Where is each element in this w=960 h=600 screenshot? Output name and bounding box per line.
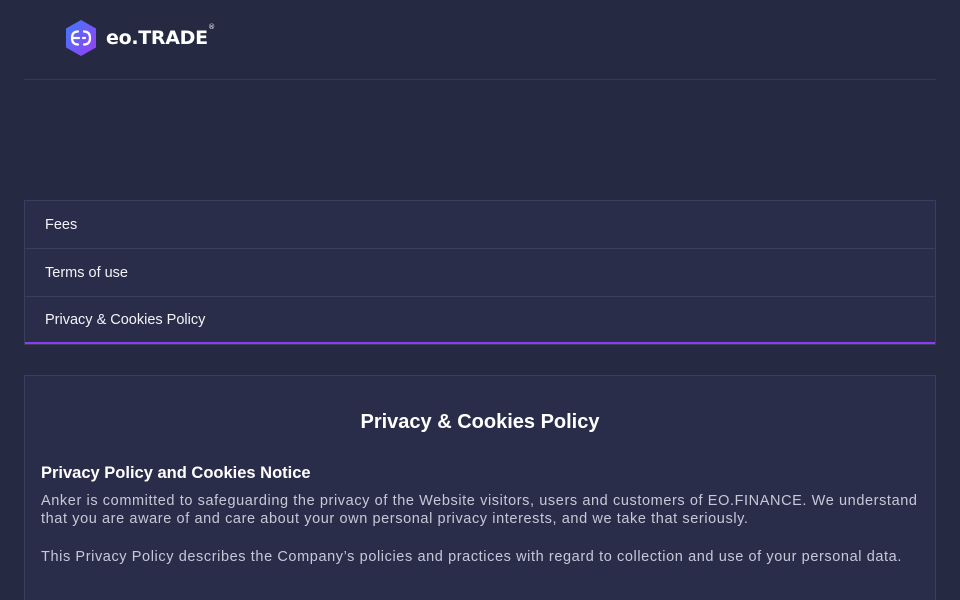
logo-link[interactable]: eo.TRADE ® xyxy=(64,18,215,58)
menu-item-fees[interactable]: Fees xyxy=(25,201,935,249)
section-heading: Privacy Policy and Cookies Notice xyxy=(41,464,311,482)
menu-item-terms-of-use[interactable]: Terms of use xyxy=(25,249,935,297)
page-title: Privacy & Cookies Policy xyxy=(360,411,600,433)
eo-hexagon-logo-icon xyxy=(66,20,96,56)
registered-mark: ® xyxy=(208,23,215,31)
header: eo.TRADE ® xyxy=(24,0,936,80)
policy-menu: Fees Terms of use Privacy & Cookies Poli… xyxy=(24,200,936,345)
menu-item-privacy-cookies-policy[interactable]: Privacy & Cookies Policy xyxy=(25,297,935,344)
policy-content: Privacy & Cookies Policy Privacy Policy … xyxy=(24,375,936,600)
paragraph: This Privacy Policy describes the Compan… xyxy=(41,549,902,565)
paragraph: Anker is committed to safeguarding the p… xyxy=(41,493,918,527)
logo-text: eo.TRADE ® xyxy=(106,23,215,49)
